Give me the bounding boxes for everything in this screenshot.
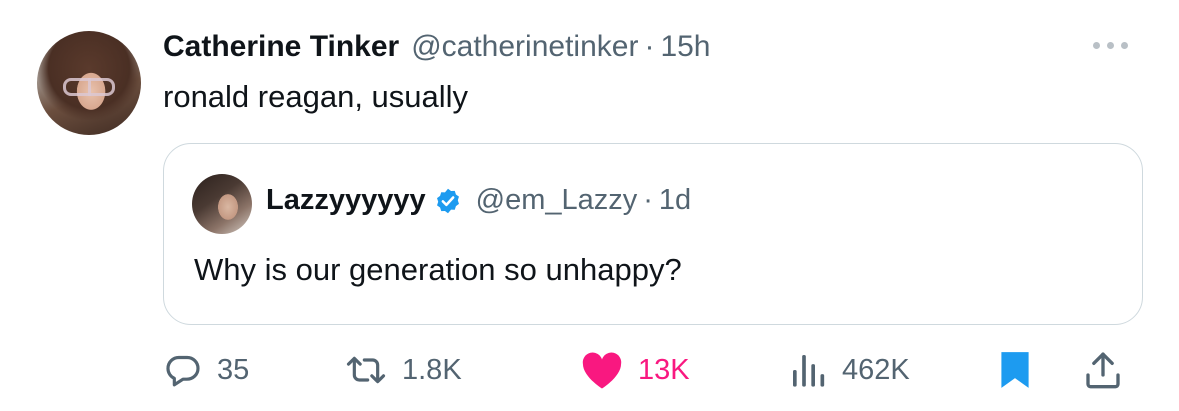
views-icon [793, 355, 825, 387]
more-icon[interactable] [1093, 34, 1139, 56]
tweet-timestamp[interactable]: 15h [660, 30, 710, 64]
separator-dot: · [643, 184, 653, 216]
author-handle[interactable]: @catherinetinker [411, 30, 638, 64]
reply-count: 35 [217, 353, 250, 386]
quoted-timestamp[interactable]: 1d [659, 184, 691, 217]
action-bar: 35 1.8K 13K 462K [163, 348, 1143, 392]
like-count: 13K [638, 353, 690, 386]
views-count: 462K [842, 353, 910, 386]
bookmark-icon [1001, 352, 1029, 388]
more-dot [1107, 41, 1114, 49]
share-icon [1086, 352, 1120, 389]
retweet-button[interactable]: 1.8K [344, 348, 462, 392]
retweet-count: 1.8K [402, 353, 462, 386]
more-dot [1121, 41, 1128, 49]
views-button[interactable]: 462K [788, 348, 910, 392]
verified-badge-icon [436, 188, 459, 213]
tweet-text: ronald reagan, usually [163, 79, 469, 114]
share-button[interactable] [1083, 348, 1123, 392]
author-name[interactable]: Catherine Tinker [163, 30, 399, 64]
quoted-text: Why is our generation so unhappy? [194, 252, 682, 287]
separator-dot: · [644, 30, 655, 63]
quoted-author-name[interactable]: Lazzyyyyyy [266, 184, 426, 217]
like-button[interactable]: 13K [580, 348, 690, 392]
quoted-avatar[interactable] [192, 174, 252, 234]
reply-icon [166, 355, 200, 387]
avatar[interactable] [37, 31, 141, 135]
tweet-header: Catherine Tinker @catherinetinker · 15h [163, 30, 711, 68]
bookmark-button[interactable] [998, 348, 1032, 392]
more-dot [1093, 41, 1100, 49]
avatar-glasses [63, 78, 115, 96]
heart-icon [582, 352, 622, 389]
quoted-tweet[interactable]: Lazzyyyyyy @em_Lazzy · 1d Why is our gen… [163, 143, 1143, 325]
quoted-author-handle[interactable]: @em_Lazzy [476, 184, 638, 217]
reply-button[interactable]: 35 [163, 348, 249, 392]
quoted-header: Lazzyyyyyy @em_Lazzy · 1d [266, 184, 691, 217]
retweet-icon [346, 356, 386, 384]
